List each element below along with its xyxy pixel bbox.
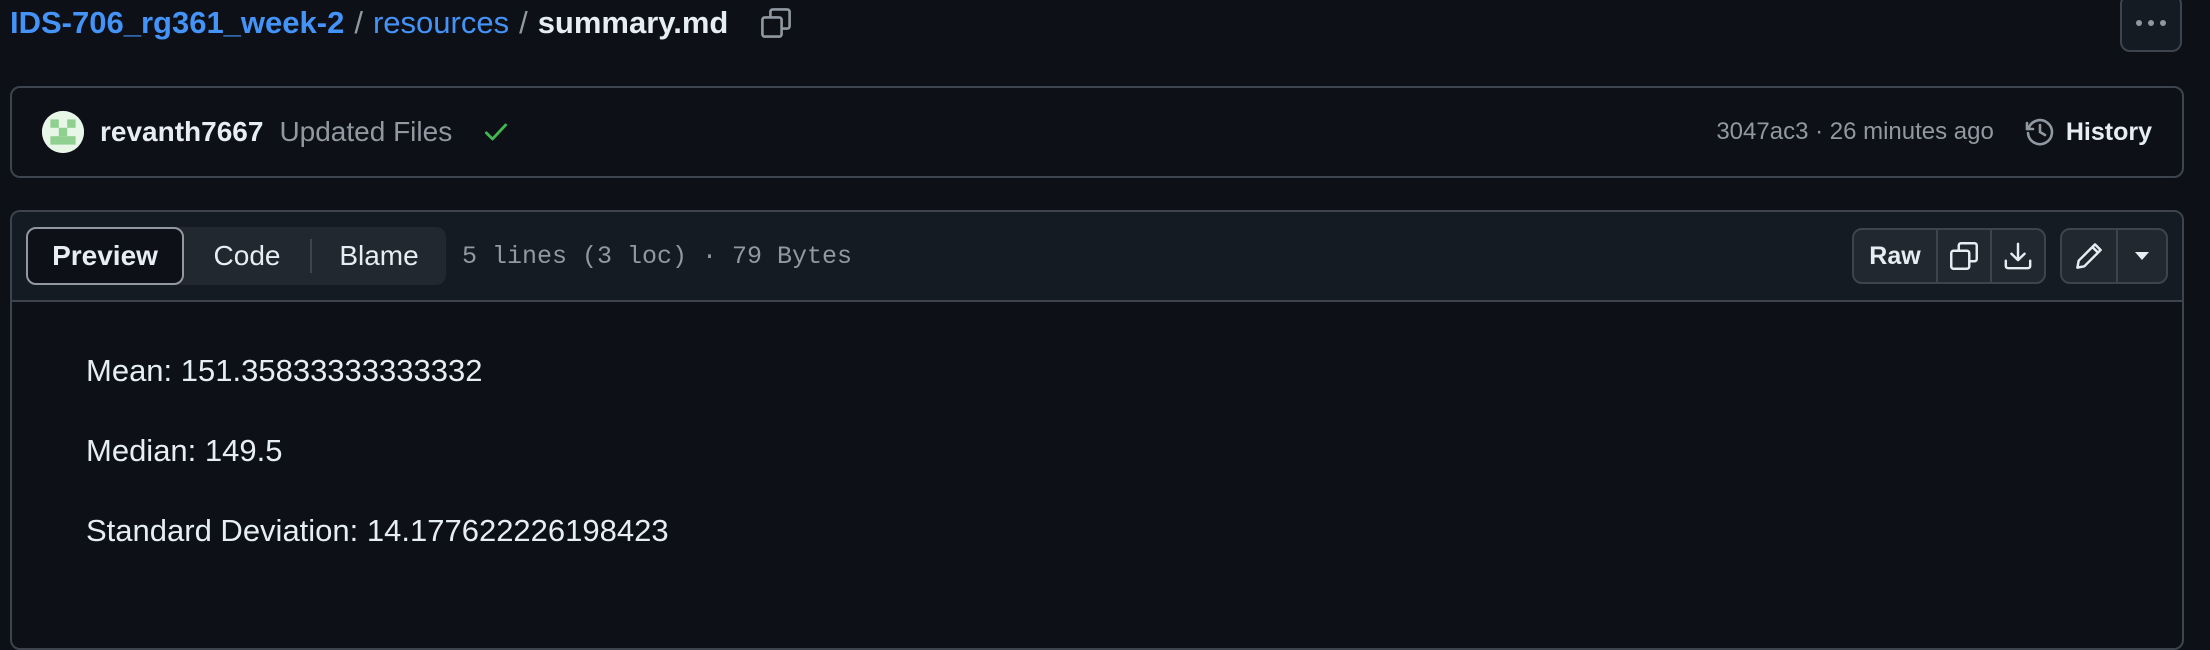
commit-message-link[interactable]: Updated Files — [279, 116, 452, 148]
copy-icon — [761, 8, 792, 38]
file-header: Preview Code Blame 5 lines (3 loc) · 79 … — [12, 212, 2182, 302]
raw-button[interactable]: Raw — [1854, 230, 1936, 282]
file-viewer: Preview Code Blame 5 lines (3 loc) · 79 … — [10, 210, 2184, 650]
latest-commit-bar: revanth7667 Updated Files 3047ac3 · 26 m… — [10, 86, 2184, 178]
tab-preview[interactable]: Preview — [26, 227, 184, 285]
history-button[interactable]: History — [2024, 116, 2152, 148]
check-status[interactable] — [482, 118, 510, 146]
view-mode-tabs: Preview Code Blame — [26, 227, 446, 285]
edit-options-dropdown[interactable] — [2116, 230, 2166, 282]
identicon-icon — [42, 111, 84, 153]
breadcrumb-folder-link[interactable]: resources — [373, 5, 509, 41]
content-paragraph: Mean: 151.35833333333332 — [86, 353, 483, 388]
file-info: 5 lines (3 loc) · 79 Bytes — [462, 241, 853, 271]
pencil-icon — [2076, 243, 2102, 269]
breadcrumb-repo-link[interactable]: IDS-706_rg361_week-2 — [10, 5, 344, 41]
commit-author-link[interactable]: revanth7667 — [100, 116, 263, 148]
download-icon — [2004, 242, 2032, 270]
copy-raw-button[interactable] — [1936, 230, 1990, 282]
breadcrumb-separator: / — [519, 5, 528, 40]
history-icon — [2024, 116, 2056, 148]
breadcrumb: IDS-706_rg361_week-2 / resources / summa… — [10, 0, 796, 46]
commit-hash-and-time[interactable]: 3047ac3 · 26 minutes ago — [1716, 118, 1994, 146]
content-paragraph: Standard Deviation: 14.177622226198423 — [86, 513, 669, 548]
copy-path-button[interactable] — [756, 3, 796, 43]
copy-icon — [1950, 242, 1978, 270]
more-options-button[interactable] — [2120, 0, 2182, 52]
kebab-horizontal-icon — [2136, 20, 2166, 26]
tab-code[interactable]: Code — [184, 227, 310, 285]
markdown-preview: Mean: 151.35833333333332 Median: 149.5 S… — [12, 302, 2182, 600]
content-paragraph: Median: 149.5 — [86, 433, 283, 468]
breadcrumb-file-name: summary.md — [537, 5, 729, 40]
breadcrumb-separator: / — [354, 5, 363, 40]
avatar[interactable] — [42, 111, 84, 153]
edit-file-button[interactable] — [2062, 230, 2116, 282]
download-button[interactable] — [1990, 230, 2044, 282]
history-label: History — [2065, 117, 2152, 146]
edit-actions-group — [2060, 228, 2168, 284]
triangle-down-icon — [2135, 252, 2149, 260]
tab-blame[interactable]: Blame — [312, 227, 446, 285]
check-icon — [485, 123, 508, 141]
raw-actions-group: Raw — [1852, 228, 2046, 284]
